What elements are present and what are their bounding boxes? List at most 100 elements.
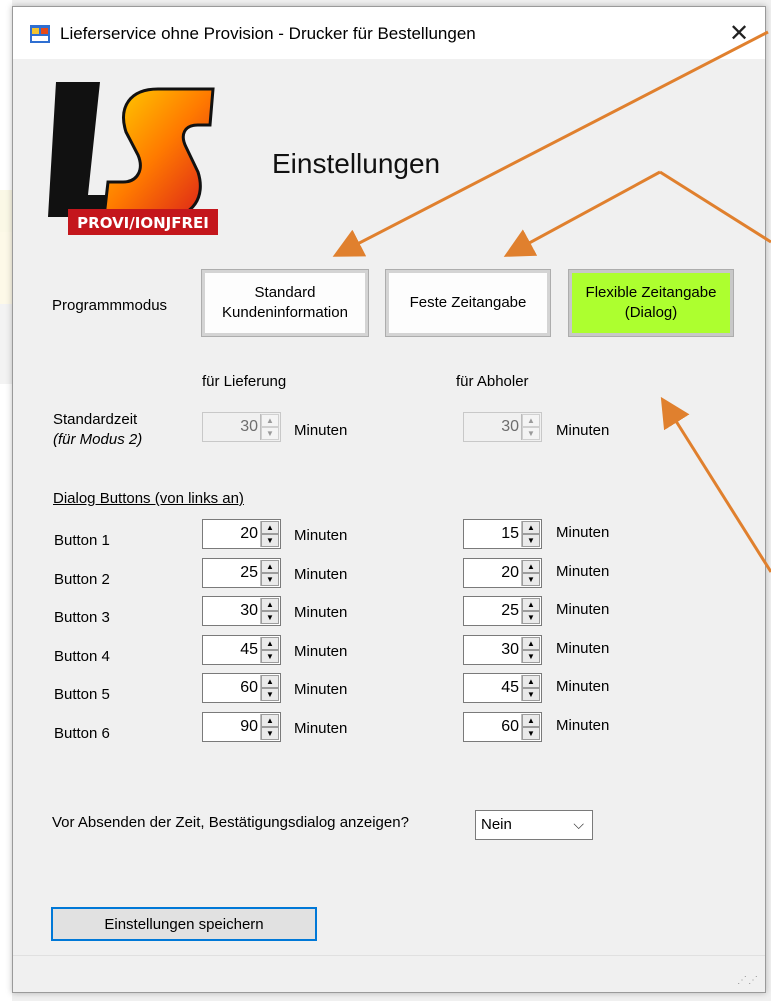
column-delivery-header: für Lieferung	[202, 373, 287, 390]
unit-label: Minuten	[294, 566, 348, 583]
spinner-value: 30	[501, 418, 519, 435]
spinner-up-icon[interactable]: ▲	[261, 714, 279, 727]
button-3-delivery-spinner[interactable]: 30 ▲ ▼	[202, 596, 281, 626]
spinner-value: 60	[501, 718, 519, 735]
app-icon	[30, 25, 50, 43]
unit-label: Minuten	[556, 678, 610, 695]
spinner-down-icon[interactable]: ▼	[522, 688, 540, 701]
resize-grip-icon[interactable]: ⋰⋰	[737, 975, 759, 986]
spinner-up-icon[interactable]: ▲	[261, 675, 279, 688]
mode-flexible-time-button[interactable]: Flexible Zeitangabe (Dialog)	[568, 269, 734, 337]
dropdown-value: Nein	[481, 816, 512, 833]
confirm-question: Vor Absenden der Zeit, Bestätigungsdialo…	[52, 814, 409, 831]
unit-label: Minuten	[294, 527, 348, 544]
unit-label: Minuten	[294, 643, 348, 660]
column-pickup-header: für Abholer	[456, 373, 529, 390]
spinner-value: 20	[501, 564, 519, 581]
spinner-up-icon[interactable]: ▲	[522, 521, 540, 534]
unit-label: Minuten	[294, 604, 348, 621]
button-row-label: Button 5	[54, 686, 110, 703]
background-window-edge	[0, 0, 12, 1001]
spinner-down-icon[interactable]: ▼	[261, 611, 279, 624]
button-row-label: Button 3	[54, 609, 110, 626]
button-5-pickup-spinner[interactable]: 45 ▲ ▼	[463, 673, 542, 703]
spinner-up-icon[interactable]: ▲	[261, 560, 279, 573]
standard-time-sublabel: (für Modus 2)	[53, 431, 143, 448]
dialog-buttons-heading: Dialog Buttons (von links an)	[53, 490, 244, 507]
mode-standard-button[interactable]: Standard Kundeninformation	[201, 269, 369, 337]
spinner-down-icon[interactable]: ▼	[261, 534, 279, 547]
button-2-delivery-spinner[interactable]: 25 ▲ ▼	[202, 558, 281, 588]
mode-fixed-time-button[interactable]: Feste Zeitangabe	[385, 269, 551, 337]
spinner-up-icon[interactable]: ▲	[522, 560, 540, 573]
spinner-value: 25	[501, 602, 519, 619]
save-settings-button[interactable]: Einstellungen speichern	[51, 907, 317, 941]
button-1-pickup-spinner[interactable]: 15 ▲ ▼	[463, 519, 542, 549]
spinner-value: 15	[501, 525, 519, 542]
spinner-down-icon[interactable]: ▼	[522, 573, 540, 586]
standard-time-label: Standardzeit	[53, 411, 138, 428]
spinner-down-icon[interactable]: ▼	[261, 688, 279, 701]
unit-label: Minuten	[294, 681, 348, 698]
spinner-up-icon[interactable]: ▲	[522, 675, 540, 688]
spinner-value: 30	[240, 602, 258, 619]
spinner-down-icon[interactable]: ▼	[261, 727, 279, 740]
spinner-up-icon[interactable]: ▲	[261, 521, 279, 534]
unit-label: Minuten	[556, 640, 610, 657]
spinner-down-icon[interactable]: ▼	[522, 534, 540, 547]
button-row-label: Button 4	[54, 648, 110, 665]
unit-label: Minuten	[556, 524, 610, 541]
standard-pickup-spinner[interactable]: 30 ▲ ▼	[463, 412, 542, 442]
spinner-value: 45	[240, 641, 258, 658]
close-button[interactable]: ✕	[713, 7, 765, 59]
spinner-down-icon[interactable]: ▼	[261, 427, 279, 440]
button-row-label: Button 1	[54, 532, 110, 549]
spinner-down-icon[interactable]: ▼	[522, 650, 540, 663]
mode-label: Programmmodus	[52, 297, 168, 314]
spinner-down-icon[interactable]: ▼	[261, 650, 279, 663]
button-6-delivery-spinner[interactable]: 90 ▲ ▼	[202, 712, 281, 742]
button-4-pickup-spinner[interactable]: 30 ▲ ▼	[463, 635, 542, 665]
unit-label: Minuten	[556, 717, 610, 734]
button-5-delivery-spinner[interactable]: 60 ▲ ▼	[202, 673, 281, 703]
spinner-up-icon[interactable]: ▲	[261, 414, 279, 427]
button-row-label: Button 2	[54, 571, 110, 588]
unit-label: Minuten	[556, 563, 610, 580]
spinner-value: 45	[501, 679, 519, 696]
button-6-pickup-spinner[interactable]: 60 ▲ ▼	[463, 712, 542, 742]
unit-label: Minuten	[294, 720, 348, 737]
spinner-down-icon[interactable]: ▼	[522, 427, 540, 440]
confirm-dropdown[interactable]: Nein ⌵	[475, 810, 593, 840]
spinner-up-icon[interactable]: ▲	[522, 714, 540, 727]
spinner-value: 60	[240, 679, 258, 696]
button-row-label: Button 6	[54, 725, 110, 742]
spinner-value: 25	[240, 564, 258, 581]
spinner-value: 30	[240, 418, 258, 435]
spinner-value: 30	[501, 641, 519, 658]
unit-label: Minuten	[294, 422, 348, 439]
spinner-up-icon[interactable]: ▲	[522, 637, 540, 650]
logo: PROVI/IONJFREI	[48, 82, 218, 235]
spinner-up-icon[interactable]: ▲	[261, 637, 279, 650]
spinner-down-icon[interactable]: ▼	[261, 573, 279, 586]
spinner-down-icon[interactable]: ▼	[522, 611, 540, 624]
button-2-pickup-spinner[interactable]: 20 ▲ ▼	[463, 558, 542, 588]
spinner-up-icon[interactable]: ▲	[522, 598, 540, 611]
page-title: Einstellungen	[272, 148, 441, 179]
standard-delivery-spinner[interactable]: 30 ▲ ▼	[202, 412, 281, 442]
spinner-up-icon[interactable]: ▲	[261, 598, 279, 611]
chevron-down-icon: ⌵	[573, 816, 584, 832]
title-bar: Lieferservice ohne Provision - Drucker f…	[13, 7, 765, 59]
spinner-up-icon[interactable]: ▲	[522, 414, 540, 427]
window-title: Lieferservice ohne Provision - Drucker f…	[60, 24, 476, 43]
button-4-delivery-spinner[interactable]: 45 ▲ ▼	[202, 635, 281, 665]
status-bar: ⋰⋰	[13, 955, 765, 992]
button-3-pickup-spinner[interactable]: 25 ▲ ▼	[463, 596, 542, 626]
spinner-value: 20	[240, 525, 258, 542]
spinner-value: 90	[240, 718, 258, 735]
button-1-delivery-spinner[interactable]: 20 ▲ ▼	[202, 519, 281, 549]
spinner-down-icon[interactable]: ▼	[522, 727, 540, 740]
settings-window: Lieferservice ohne Provision - Drucker f…	[12, 6, 766, 993]
close-icon: ✕	[728, 19, 750, 47]
logo-tagline: PROVI/IONJFREI	[77, 214, 209, 232]
